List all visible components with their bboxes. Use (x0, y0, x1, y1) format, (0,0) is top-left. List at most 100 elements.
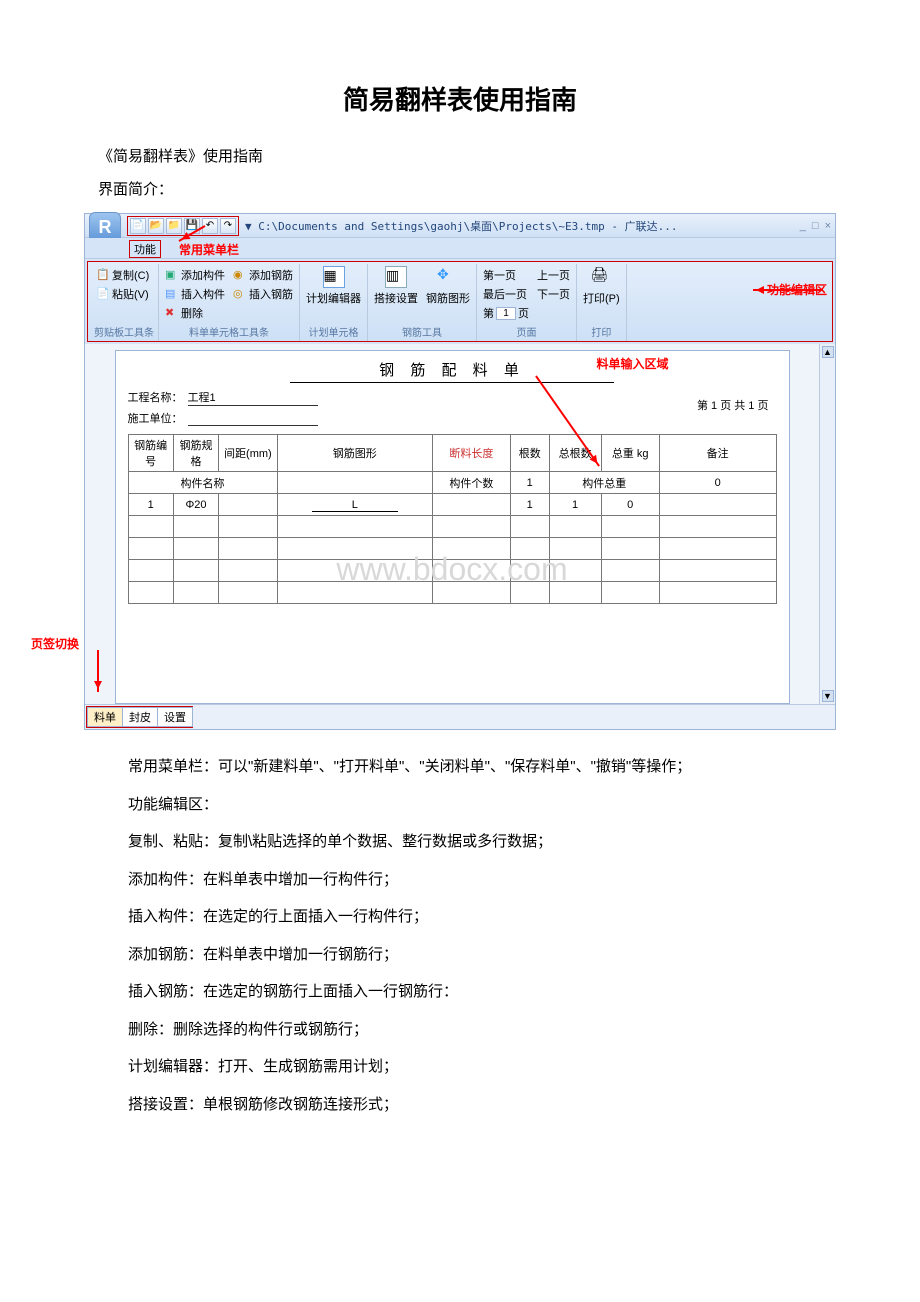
page-number-row: 第 页 (481, 304, 531, 322)
paragraph: 搭接设置：单根钢筋修改钢筋连接形式； (98, 1092, 822, 1118)
th-rebar-spec: 钢筋规格 (173, 435, 218, 472)
print-icon[interactable]: 🖨 (590, 266, 612, 288)
hint-func-area: 功能编辑区 (767, 281, 827, 298)
first-page-button[interactable]: 第一页 (481, 266, 531, 284)
rebar-shape-icon[interactable]: ✥ (437, 266, 459, 288)
ribbon-group-label-rebar: 钢筋工具 (372, 324, 472, 339)
add-rebar-button[interactable]: ◉添加钢筋 (231, 266, 295, 284)
cell-empty[interactable] (277, 472, 433, 494)
cell-shape[interactable]: L (277, 494, 433, 516)
title-bar: R 📄 📂 📁 💾 ↶ ↷ ▼ C:\Documents and Setting… (85, 214, 835, 238)
paste-icon: 📄 (96, 287, 110, 301)
cell-member-weight-val[interactable]: 0 (659, 472, 776, 494)
tab-function[interactable]: 功能 (129, 240, 161, 258)
paragraph: 功能编辑区： (98, 792, 822, 818)
ribbon-group-print: 🖨 打印(P) 打印 (577, 264, 627, 341)
plan-editor-button[interactable]: 计划编辑器 (304, 289, 363, 307)
scroll-down-icon[interactable]: ▼ (822, 690, 834, 702)
delete-button[interactable]: ✖删除 (163, 304, 227, 322)
page-number-input[interactable] (496, 307, 516, 320)
maximize-icon[interactable]: □ (812, 220, 819, 232)
tab-settings[interactable]: 设置 (157, 707, 193, 727)
plan-editor-icon[interactable]: ▦ (323, 266, 345, 288)
ribbon-group-plan: ▦ 计划编辑器 计划单元格 (300, 264, 368, 341)
paragraph: 添加钢筋：在料单表中增加一行钢筋行； (98, 942, 822, 968)
work-area: 料单输入区域 钢 筋 配 料 单 工程名称： 工程1 施工单位： 第 1 页 共… (85, 344, 835, 704)
table-row-empty[interactable] (128, 582, 776, 604)
rebar-shape-button[interactable]: 钢筋图形 (424, 289, 472, 307)
add-member-button[interactable]: ▣添加构件 (163, 266, 227, 284)
redo-icon[interactable]: ↷ (220, 218, 236, 234)
sheet: 料单输入区域 钢 筋 配 料 单 工程名称： 工程1 施工单位： 第 1 页 共… (115, 350, 790, 704)
cell-member-count-label: 构件个数 (433, 472, 511, 494)
th-rebar-no: 钢筋编号 (128, 435, 173, 472)
lap-setting-icon[interactable]: ▥ (385, 266, 407, 288)
print-button[interactable]: 打印(P) (581, 289, 622, 307)
tab-material[interactable]: 料单 (87, 707, 123, 727)
sheet-title: 钢 筋 配 料 单 (290, 359, 615, 383)
add-member-icon: ▣ (165, 268, 179, 282)
scroll-up-icon[interactable]: ▲ (822, 346, 834, 358)
cell-total-count[interactable]: 1 (549, 494, 601, 516)
th-rebar-shape: 钢筋图形 (277, 435, 433, 472)
table-row-member[interactable]: 构件名称 构件个数 1 构件总重 0 (128, 472, 776, 494)
ribbon-group-label-print: 打印 (581, 324, 622, 339)
cell-remark[interactable] (659, 494, 776, 516)
cell-member-count-val[interactable]: 1 (510, 472, 549, 494)
table-row-rebar[interactable]: 1 Φ20 L 1 1 0 (128, 494, 776, 516)
paragraph: 删除：删除选择的构件行或钢筋行； (98, 1017, 822, 1043)
insert-rebar-icon: ◎ (233, 287, 247, 301)
table-row-empty[interactable] (128, 538, 776, 560)
th-count: 根数 (510, 435, 549, 472)
project-name-label: 工程名称： (128, 389, 188, 406)
ribbon-group-label-clipboard: 剪贴板工具条 (94, 324, 154, 339)
cell-no[interactable]: 1 (128, 494, 173, 516)
cell-spacing[interactable] (219, 494, 277, 516)
ribbon-group-page: 第一页 最后一页 第 页 上一页 下一页 页面 (477, 264, 577, 341)
new-icon[interactable]: 📄 (130, 218, 146, 234)
prev-page-button[interactable]: 上一页 (535, 266, 572, 284)
document-subtitle: 《简易翻样表》使用指南 (98, 145, 822, 166)
add-rebar-icon: ◉ (233, 268, 247, 282)
sheet-page-indicator: 第 1 页 共 1 页 (697, 397, 769, 413)
insert-member-button[interactable]: ▤插入构件 (163, 285, 227, 303)
table-row-empty[interactable] (128, 516, 776, 538)
material-table: 钢筋编号 钢筋规格 间距(mm) 钢筋图形 断料长度 根数 总根数 总重 kg … (128, 434, 777, 604)
table-row-empty[interactable] (128, 560, 776, 582)
paste-button[interactable]: 📄粘贴(V) (94, 285, 151, 303)
close-icon[interactable]: 📁 (166, 218, 182, 234)
project-name-value[interactable]: 工程1 (188, 389, 318, 406)
th-total-weight: 总重 kg (601, 435, 659, 472)
ribbon-wrapper: 📋复制(C) 📄粘贴(V) 剪贴板工具条 ▣添加构件 ▤插入构件 ✖删除 ◉添加… (85, 261, 835, 342)
ribbon-group-rebar: ▥ 搭接设置 ✥ 钢筋图形 钢筋工具 (368, 264, 477, 341)
last-page-button[interactable]: 最后一页 (481, 285, 531, 303)
paragraph: 复制、粘贴：复制\粘贴选择的单个数据、整行数据或多行数据； (98, 829, 822, 855)
hint-tab-switch: 页签切换 (31, 635, 79, 652)
paragraph: 常用菜单栏：可以"新建料单"、"打开料单"、"关闭料单"、"保存料单"、"撤销"… (98, 754, 822, 780)
sheet-tab-row: 料单 封皮 设置 (85, 704, 835, 729)
paragraph: 插入钢筋：在选定的钢筋行上面插入一行钢筋行： (98, 979, 822, 1005)
document-title: 简易翻样表使用指南 (60, 80, 860, 117)
vertical-scrollbar[interactable]: ▲ ▼ (819, 344, 835, 704)
construction-unit-value[interactable] (188, 410, 318, 426)
th-remark: 备注 (659, 435, 776, 472)
tab-cover[interactable]: 封皮 (122, 707, 158, 727)
minimize-icon[interactable]: _ (800, 220, 806, 232)
cell-cut-length[interactable] (433, 494, 511, 516)
insert-rebar-button[interactable]: ◎插入钢筋 (231, 285, 295, 303)
ribbon: 📋复制(C) 📄粘贴(V) 剪贴板工具条 ▣添加构件 ▤插入构件 ✖删除 ◉添加… (87, 261, 833, 342)
copy-button[interactable]: 📋复制(C) (94, 266, 151, 284)
sheet-tab-highlight-box: 料单 封皮 设置 (86, 706, 193, 728)
close-window-icon[interactable]: × (825, 220, 831, 232)
table-header-row: 钢筋编号 钢筋规格 间距(mm) 钢筋图形 断料长度 根数 总根数 总重 kg … (128, 435, 776, 472)
cell-spec[interactable]: Φ20 (173, 494, 218, 516)
delete-icon: ✖ (165, 306, 179, 320)
cell-count[interactable]: 1 (510, 494, 549, 516)
insert-member-icon: ▤ (165, 287, 179, 301)
cell-total-weight[interactable]: 0 (601, 494, 659, 516)
hint-common-menu: 常用菜单栏 (179, 241, 239, 258)
lap-setting-button[interactable]: 搭接设置 (372, 289, 420, 307)
open-icon[interactable]: 📂 (148, 218, 164, 234)
copy-icon: 📋 (96, 268, 110, 282)
next-page-button[interactable]: 下一页 (535, 285, 572, 303)
